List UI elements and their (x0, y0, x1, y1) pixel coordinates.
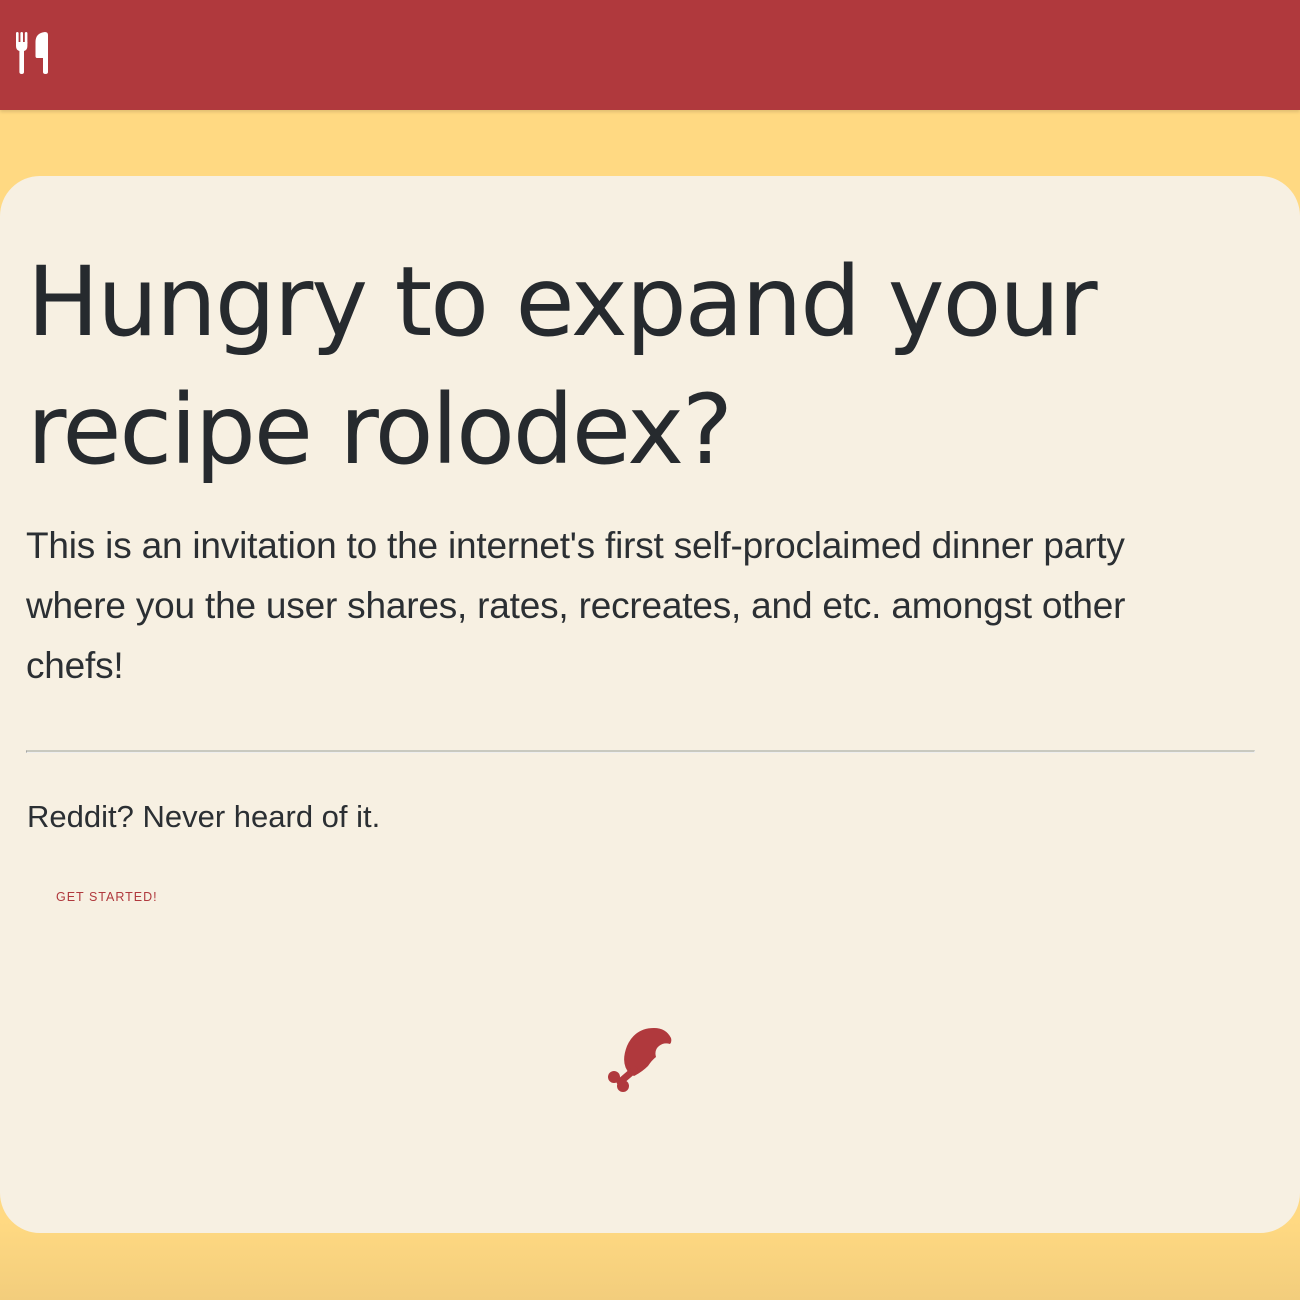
hero-headline: Hungry to expand your recipe rolodex? (27, 246, 1098, 486)
divider (26, 750, 1255, 753)
hero-tagline: Reddit? Never heard of it. (27, 799, 381, 834)
navbar (0, 0, 1300, 110)
fork-knife-icon[interactable] (15, 32, 51, 74)
get-started-button[interactable]: GET STARTED! (44, 884, 170, 910)
hero-lead-text: This is an invitation to the internet's … (26, 525, 1126, 686)
drumstick-icon (604, 1024, 674, 1094)
